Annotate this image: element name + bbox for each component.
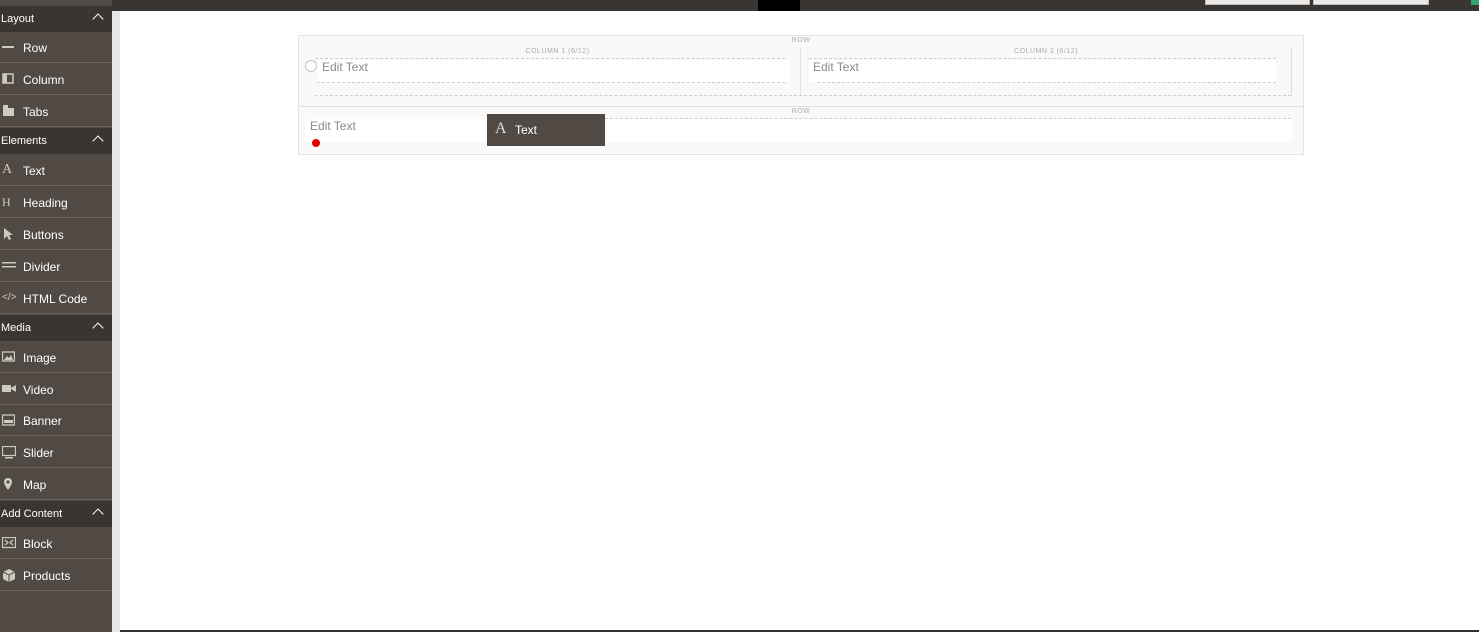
image-icon xyxy=(1,351,16,363)
panel-sidebar: Layout Row Column Tabs Elements A Text H… xyxy=(0,0,112,632)
cursor-icon xyxy=(2,228,16,240)
column-1-edit-text[interactable]: Edit Text xyxy=(322,60,368,74)
row-2-edit-text[interactable]: Edit Text xyxy=(310,119,356,133)
map-pin-icon xyxy=(2,478,16,490)
row-right-border xyxy=(1291,48,1292,96)
tabs-icon xyxy=(2,105,16,117)
video-icon xyxy=(2,383,16,395)
sidebar-item-block[interactable]: Block xyxy=(0,528,112,559)
sidebar-item-map[interactable]: Map xyxy=(0,469,112,500)
sidebar-item-label: Column xyxy=(23,73,65,87)
toolbar-accent xyxy=(1471,0,1479,5)
chevron-up-icon[interactable] xyxy=(92,13,104,25)
chevron-up-icon[interactable] xyxy=(92,135,104,147)
sidebar-item-slider[interactable]: Slider xyxy=(0,437,112,468)
sidebar-item-label: Heading xyxy=(23,196,68,210)
chevron-up-icon[interactable] xyxy=(92,508,104,520)
code-icon: </> xyxy=(2,292,17,303)
sidebar-item-label: Banner xyxy=(23,414,62,428)
banner-icon xyxy=(1,414,16,426)
section-header-elements[interactable]: Elements xyxy=(0,128,112,154)
column-1-top-dashes xyxy=(315,58,785,59)
sidebar-item-label: Buttons xyxy=(23,228,64,242)
section-header-media[interactable]: Media xyxy=(0,315,112,341)
section-title-layout: Layout xyxy=(1,13,35,25)
sidebar-item-label: Block xyxy=(23,537,53,551)
sidebar-item-label: Image xyxy=(23,351,57,365)
sidebar-item-label: Divider xyxy=(23,260,61,274)
slider-icon xyxy=(1,445,17,459)
section-title-add-content: Add Content xyxy=(1,508,63,520)
divider-icon xyxy=(2,260,16,272)
drag-helper-text[interactable]: A Text xyxy=(487,114,605,146)
sidebar-item-banner[interactable]: Banner xyxy=(0,405,112,436)
toolbar-button-1[interactable] xyxy=(1205,0,1310,5)
sidebar-item-tabs[interactable]: Tabs xyxy=(0,96,112,127)
sidebar-item-text[interactable]: A Text xyxy=(0,155,112,186)
stage-canvas: ROW COLUMN 1 (6/12) Edit Text COLUMN 2 (… xyxy=(298,35,1304,155)
sidebar-item-video[interactable]: Video xyxy=(0,374,112,405)
sidebar-item-label: Video xyxy=(23,383,54,397)
column-2[interactable]: Edit Text xyxy=(809,60,1276,82)
sidebar-item-label: HTML Code xyxy=(23,292,88,306)
sidebar-item-products[interactable]: Products xyxy=(0,560,112,591)
top-toolbar xyxy=(0,0,1479,11)
row-caption: ROW xyxy=(791,37,811,44)
sidebar-item-label: Slider xyxy=(23,446,54,460)
column-1-bottom-dashes xyxy=(317,82,785,83)
column-separator xyxy=(800,48,801,96)
row-icon xyxy=(2,41,16,53)
products-icon xyxy=(2,569,16,582)
chevron-up-icon[interactable] xyxy=(92,322,104,334)
section-header-layout[interactable]: Layout xyxy=(0,6,112,32)
heading-icon: H xyxy=(2,195,11,209)
section-title-media: Media xyxy=(1,322,31,334)
sidebar-item-label: Tabs xyxy=(23,105,49,119)
section-title-elements: Elements xyxy=(1,135,47,147)
drop-marker xyxy=(312,139,320,147)
column-2-bottom-dashes xyxy=(817,82,1276,83)
text-icon: A xyxy=(2,162,13,177)
toolbar-button-2[interactable] xyxy=(1313,0,1429,5)
block-icon xyxy=(1,536,17,549)
row-2-caption: ROW xyxy=(791,108,811,115)
sidebar-item-row[interactable]: Row xyxy=(0,32,112,63)
text-icon: A xyxy=(495,120,507,137)
sidebar-shadow xyxy=(112,11,120,632)
sidebar-item-buttons[interactable]: Buttons xyxy=(0,219,112,250)
section-header-add-content[interactable]: Add Content xyxy=(0,501,112,527)
sidebar-item-html-code[interactable]: </> HTML Code xyxy=(0,283,112,314)
sidebar-item-divider[interactable]: Divider xyxy=(0,251,112,282)
radio-icon[interactable] xyxy=(305,60,317,72)
column-1-caption: COLUMN 1 (6/12) xyxy=(525,48,590,55)
sidebar-item-label: Row xyxy=(23,41,48,55)
sidebar-item-label: Products xyxy=(23,569,71,583)
column-2-top-dashes xyxy=(809,58,1276,59)
sidebar-item-heading[interactable]: H Heading xyxy=(0,187,112,218)
row-1-bottom-dashes xyxy=(315,95,1291,96)
sidebar-item-label: Map xyxy=(23,478,47,492)
row-divider xyxy=(299,106,1303,107)
drag-helper-label: Text xyxy=(515,123,538,137)
sidebar-item-image[interactable]: Image xyxy=(0,342,112,373)
toolbar-dark-block xyxy=(758,0,800,11)
column-icon xyxy=(2,73,16,85)
column-2-caption: COLUMN 2 (6/12) xyxy=(1014,48,1078,55)
column-1[interactable]: Edit Text xyxy=(317,60,789,82)
sidebar-item-column[interactable]: Column xyxy=(0,64,112,95)
row-2-text-block[interactable]: Edit Text xyxy=(305,119,1292,142)
column-2-edit-text[interactable]: Edit Text xyxy=(813,60,859,74)
sidebar-item-label: Text xyxy=(23,164,46,178)
